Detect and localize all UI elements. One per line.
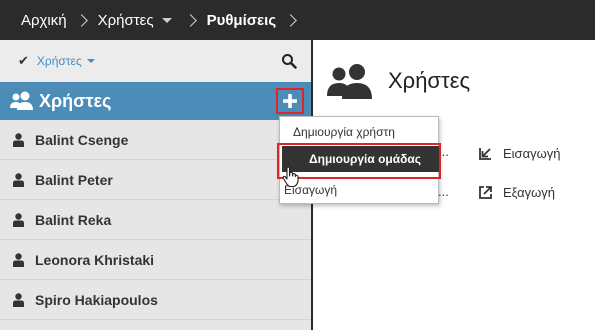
ellipsis: ... — [438, 184, 449, 199]
user-name: Leonora Khristaki — [35, 251, 155, 268]
user-list-item[interactable]: Balint Reka — [0, 200, 311, 240]
user-icon — [13, 252, 24, 267]
import-label: Εισαγωγή — [503, 146, 561, 161]
page-title-text: Χρήστες — [388, 68, 471, 93]
user-list-item[interactable]: Spiro Hakiapoulos — [0, 280, 311, 320]
add-button[interactable] — [276, 88, 304, 114]
user-name: Balint Csenge — [35, 131, 129, 148]
chevron-right-icon — [284, 13, 297, 27]
user-name: Balint Reka — [35, 211, 112, 228]
caret-down-icon[interactable] — [161, 17, 172, 23]
filter-row: ✔ Χρήστες — [0, 40, 311, 82]
export-label: Εξαγωγή — [503, 185, 556, 200]
menu-item-create-group[interactable]: Δημιουργία ομάδας — [282, 146, 439, 172]
import-icon — [479, 148, 491, 160]
breadcrumb-home[interactable]: Αρχική — [21, 12, 67, 29]
user-icon — [13, 212, 24, 227]
import-action[interactable]: Εισαγωγή — [478, 146, 560, 161]
add-dropdown-menu: Δημιουργία χρήστη Δημιουργία ομάδας Εισα… — [277, 116, 441, 204]
plus-icon — [283, 94, 297, 108]
breadcrumb: Αρχική Χρήστες Ρυθμίσεις — [0, 0, 595, 40]
user-name: Spiro Hakiapoulos — [35, 291, 158, 308]
chevron-right-icon — [74, 13, 88, 27]
breadcrumb-settings[interactable]: Ρυθμίσεις — [207, 12, 277, 29]
menu-item-create-user[interactable]: Δημιουργία χρήστη — [280, 121, 438, 143]
chevron-right-icon — [183, 13, 197, 27]
users-group-icon — [10, 91, 33, 110]
user-icon — [13, 292, 24, 307]
users-group-header[interactable]: Χρήστες — [0, 82, 311, 120]
user-list-item[interactable]: Balint Csenge — [0, 120, 311, 160]
filter-dropdown[interactable]: Χρήστες — [37, 54, 82, 68]
export-icon — [479, 186, 492, 199]
menu-item-import[interactable]: Εισαγωγή — [280, 179, 438, 201]
user-icon — [13, 172, 24, 187]
sidebar: ✔ Χρήστες Χρήστες Balint Csenge Balint Pe… — [0, 40, 313, 330]
breadcrumb-users[interactable]: Χρήστες — [98, 12, 154, 29]
user-icon — [13, 132, 24, 147]
export-action[interactable]: Εξαγωγή — [478, 185, 555, 200]
caret-down-icon[interactable] — [86, 59, 95, 63]
user-name: Balint Peter — [35, 171, 113, 188]
user-list-item[interactable]: Leonora Khristaki — [0, 240, 311, 280]
search-icon[interactable] — [281, 53, 297, 69]
check-icon: ✔ — [18, 53, 29, 68]
users-group-icon — [327, 64, 372, 99]
page-title: Χρήστες — [327, 62, 470, 100]
hand-cursor-icon — [282, 166, 299, 188]
user-list-item[interactable]: Balint Peter — [0, 160, 311, 200]
user-list: Balint Csenge Balint Peter Balint Reka Leon… — [0, 120, 311, 320]
group-title: Χρήστες — [39, 90, 112, 111]
menu-item-create-group-wrapper: Δημιουργία ομάδας — [277, 143, 441, 179]
